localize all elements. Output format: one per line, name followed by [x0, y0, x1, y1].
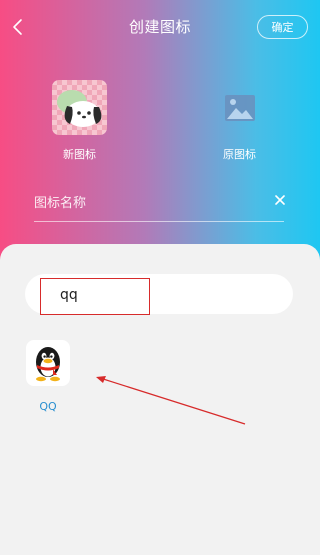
image-placeholder-icon — [224, 94, 255, 121]
result-label: QQ — [39, 400, 57, 413]
clear-button[interactable] — [270, 190, 290, 210]
close-icon — [275, 195, 285, 205]
original-icon-preview[interactable] — [212, 80, 267, 135]
new-icon-preview[interactable] — [52, 80, 107, 135]
pochacco-icon — [57, 90, 102, 127]
qq-penguin-icon — [36, 347, 60, 382]
new-icon-label: 新图标 — [63, 148, 96, 161]
header-background — [0, 0, 320, 265]
annotation-arrow — [96, 376, 246, 425]
highlight-box — [40, 278, 150, 315]
confirm-button[interactable]: 确定 — [257, 15, 308, 39]
icon-name-input[interactable] — [34, 186, 284, 222]
original-icon-label: 原图标 — [223, 148, 256, 161]
result-item-qq[interactable] — [26, 340, 70, 386]
